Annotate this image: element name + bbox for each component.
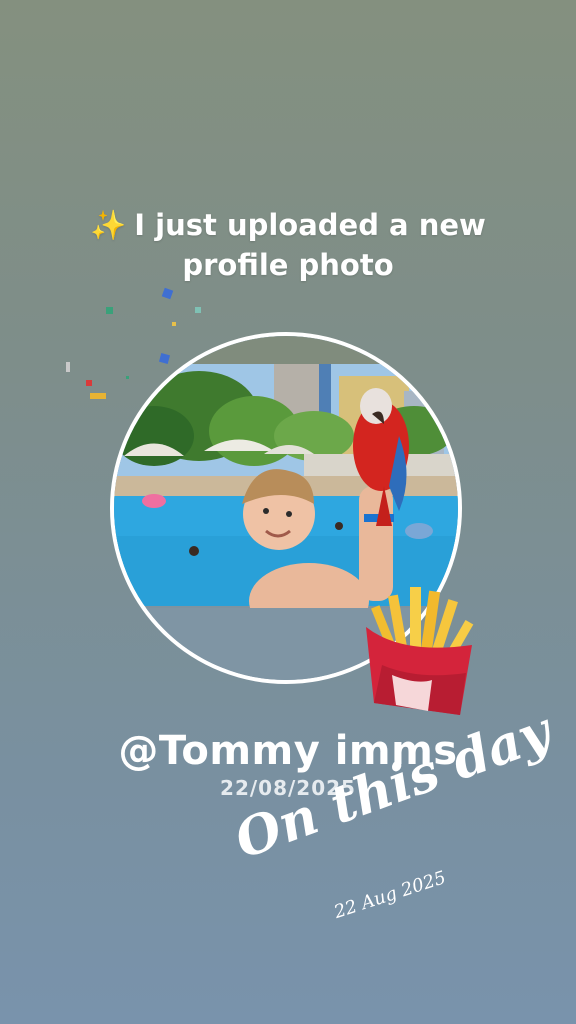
headline: ✨ I just uploaded a new profile photo [60,205,516,285]
sparkles-icon: ✨ [90,208,127,242]
headline-text: I just uploaded a new profile photo [134,208,486,282]
fries-icon [366,587,474,715]
on-this-day-date: 22 Aug 2025 [331,867,449,923]
